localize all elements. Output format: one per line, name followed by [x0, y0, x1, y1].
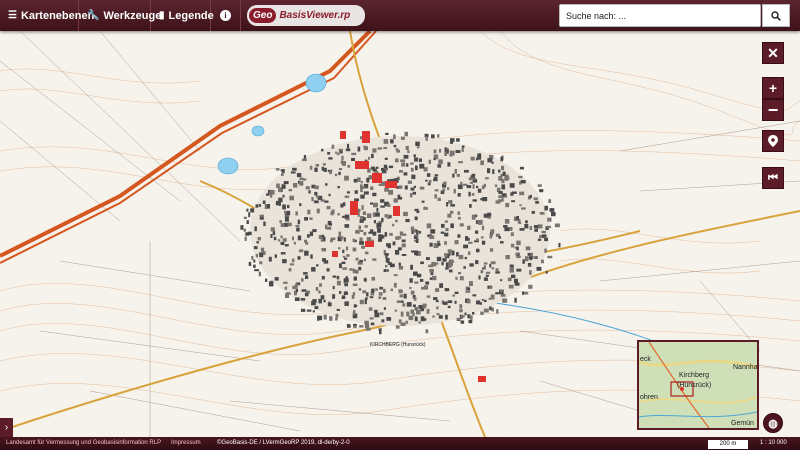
search-button[interactable] — [762, 4, 790, 27]
zoom-in-button[interactable]: + — [762, 77, 784, 99]
overview-label: ohren — [640, 394, 658, 401]
search-icon — [771, 10, 781, 21]
impressum-link[interactable]: Impressum — [171, 440, 201, 446]
list-icon: ☰ — [8, 10, 17, 21]
skip-back-icon: ⏮ — [768, 171, 778, 184]
layers-button[interactable]: ☰ Kartenebenen — [0, 0, 94, 31]
logo-geo: Geo — [249, 8, 277, 23]
overview-label: Nannha — [733, 364, 758, 371]
expand-panel-button[interactable]: › — [0, 418, 13, 437]
footer-bar: Landesamt für Vermessung und Geobasisinf… — [0, 437, 800, 450]
overview-label: Gemün — [731, 420, 754, 427]
scale-ratio[interactable]: 1 : 10 000 — [760, 440, 787, 446]
info-button[interactable]: i — [211, 0, 241, 31]
tools-button[interactable]: 🔧 Werkzeuge — [79, 0, 161, 31]
overview-label: Kirchberg — [679, 372, 709, 379]
basemap-switch-button[interactable]: ◍ — [763, 413, 783, 433]
lvg-link[interactable]: Landesamt für Vermessung und Geobasisinf… — [6, 440, 161, 446]
close-button[interactable]: ✕ — [762, 42, 784, 64]
previous-view-button[interactable]: ⏮ — [762, 167, 784, 189]
info-icon: i — [220, 10, 231, 21]
zoom-out-button[interactable]: − — [762, 99, 784, 121]
legend-button[interactable]: ▮ Legende — [151, 0, 214, 31]
scale-bar: 200 m — [708, 440, 748, 449]
chevron-right-icon: › — [4, 422, 9, 433]
geobasisviewer-logo[interactable]: Geo BasisViewer.rp — [247, 5, 365, 26]
globe-icon: ◍ — [768, 417, 778, 430]
place-label: KIRCHBERG (Hunsrück) — [370, 342, 426, 348]
close-icon: ✕ — [767, 44, 779, 61]
locate-button[interactable] — [762, 130, 784, 152]
overview-map[interactable]: Kirchberg (Hunsrück) Nannha eck Gemün oh… — [637, 340, 759, 430]
top-toolbar: ☰ Kartenebenen 🔧 Werkzeuge ▮ Legende i G… — [0, 0, 800, 31]
overview-label: (Hunsrück) — [677, 382, 712, 389]
copyright-text: ©GeoBasis-DE / LVermGeoRP 2019, dl-de/by… — [217, 440, 350, 446]
minus-icon: − — [767, 99, 779, 120]
search-input[interactable]: Suche nach: ... — [559, 4, 761, 27]
plus-icon: + — [768, 80, 778, 96]
overview-label: eck — [640, 356, 651, 363]
wrench-icon: 🔧 — [87, 10, 100, 21]
book-icon: ▮ — [159, 10, 165, 21]
logo-rest: BasisViewer.rp — [279, 10, 351, 21]
legend-label: Legende — [168, 9, 214, 22]
map-pin-icon — [768, 135, 778, 147]
